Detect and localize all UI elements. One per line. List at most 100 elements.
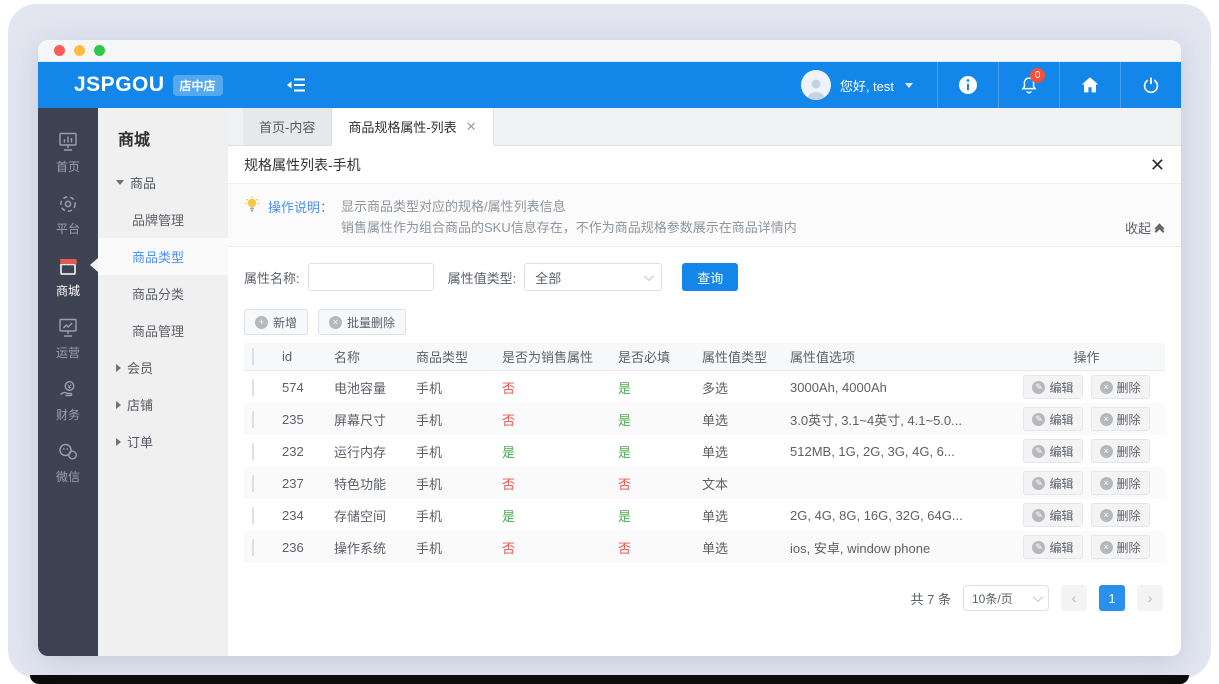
delete-icon: × xyxy=(1099,508,1113,522)
table-row: 232 运行内存 手机 是 是 单选 512MB, 1G, 2G, 3G, 4G… xyxy=(244,435,1165,467)
sidebar-item-home[interactable]: 首页 xyxy=(38,122,98,184)
edit-button[interactable]: ✎ 编辑 xyxy=(1023,407,1083,431)
sidebar-item-label: 首页 xyxy=(55,160,80,174)
cell-category: 手机 xyxy=(416,444,443,460)
cell-id: 234 xyxy=(282,507,304,523)
row-checkbox[interactable] xyxy=(252,442,254,460)
submenu-item-product-management[interactable]: 商品管理 xyxy=(98,312,228,349)
submenu-group-orders[interactable]: 订单 xyxy=(98,423,228,460)
row-checkbox[interactable] xyxy=(252,474,254,492)
row-checkbox[interactable] xyxy=(252,538,254,556)
column-header-actions: 操作 xyxy=(1073,350,1100,365)
batch-delete-button[interactable]: × 批量删除 xyxy=(318,309,407,335)
add-button[interactable]: + 新增 xyxy=(244,309,309,335)
delete-button[interactable]: × 删除 xyxy=(1090,375,1150,399)
secondary-sidebar: 商城 商品 品牌管理 商品类型 商品分类 商品管理 会员 店铺 订单 xyxy=(90,108,228,656)
logo-badge: 店中店 xyxy=(172,74,223,96)
cell-sale: 是 xyxy=(502,508,516,524)
user-menu[interactable]: 您好, test xyxy=(777,62,937,108)
sidebar-item-wechat[interactable]: 微信 xyxy=(38,432,98,494)
collapse-help-button[interactable]: 收起 xyxy=(1125,218,1165,237)
edit-button[interactable]: ✎ 编辑 xyxy=(1023,503,1083,527)
tab-home-content[interactable]: 首页-内容 xyxy=(243,108,333,145)
submenu-group-shops[interactable]: 店铺 xyxy=(98,386,228,423)
value-type-label: 属性值类型: xyxy=(447,270,517,286)
tab-label: 商品规格属性-列表 xyxy=(348,120,457,135)
app-header: JSPGOU 店中店 您好, test 0 xyxy=(38,62,1181,108)
value-type-select[interactable]: 全部 xyxy=(524,263,663,291)
edit-label: 编辑 xyxy=(1049,380,1074,395)
attribute-name-input[interactable] xyxy=(307,263,434,291)
close-window-button[interactable] xyxy=(54,45,65,56)
next-page-button[interactable]: › xyxy=(1137,585,1163,611)
menu-fold-icon[interactable] xyxy=(283,72,309,98)
delete-button[interactable]: × 删除 xyxy=(1090,535,1150,559)
submenu-group-product[interactable]: 商品 xyxy=(98,164,228,201)
main-body: 首页 平台 商城 运营 财务 微信 商城 商品 品牌管理 商品类型 商品分类 商… xyxy=(38,108,1181,656)
cell-category: 手机 xyxy=(416,412,443,428)
edit-button[interactable]: ✎ 编辑 xyxy=(1023,439,1083,463)
device-bottom-edge xyxy=(30,675,1189,684)
row-checkbox[interactable] xyxy=(252,378,254,396)
edit-button[interactable]: ✎ 编辑 xyxy=(1023,375,1083,399)
maximize-window-button[interactable] xyxy=(94,45,105,56)
prev-page-button[interactable]: ‹ xyxy=(1061,585,1087,611)
delete-button[interactable]: × 删除 xyxy=(1090,503,1150,527)
attribute-name-label: 属性名称: xyxy=(244,270,300,286)
submenu-group-members[interactable]: 会员 xyxy=(98,349,228,386)
row-checkbox[interactable] xyxy=(252,506,254,524)
info-button[interactable] xyxy=(937,62,998,108)
cell-name: 电池容量 xyxy=(334,380,387,396)
wechat-icon xyxy=(59,443,77,460)
search-button[interactable]: 查询 xyxy=(682,263,739,291)
caret-right-icon xyxy=(116,437,121,446)
table-header-row: id 名称 商品类型 是否为销售属性 是否必填 属性值类型 属性值选项 操作 xyxy=(244,343,1165,371)
table-row: 235 屏幕尺寸 手机 否 是 单选 3.0英寸, 3.1~4英寸, 4.1~5… xyxy=(244,403,1165,435)
delete-button[interactable]: × 删除 xyxy=(1090,439,1150,463)
cell-id: 235 xyxy=(282,411,304,427)
submenu-item-product-type[interactable]: 商品类型 xyxy=(98,238,228,275)
delete-label: 删除 xyxy=(1116,412,1141,427)
sidebar-item-finance[interactable]: 财务 xyxy=(38,370,98,432)
page-size-select[interactable]: 10条/页 xyxy=(963,585,1049,611)
gear-icon xyxy=(60,196,76,212)
minimize-window-button[interactable] xyxy=(74,45,85,56)
sidebar-item-platform[interactable]: 平台 xyxy=(38,184,98,246)
logout-button[interactable] xyxy=(1120,62,1181,108)
x-circle-icon: × xyxy=(329,315,343,329)
select-all-checkbox[interactable] xyxy=(252,348,254,365)
sidebar-item-operations[interactable]: 运营 xyxy=(38,308,98,370)
column-header-category: 商品类型 xyxy=(416,350,469,365)
notification-badge: 0 xyxy=(1030,68,1045,83)
edit-button[interactable]: ✎ 编辑 xyxy=(1023,471,1083,495)
table-row: 236 操作系统 手机 否 否 单选 ios, 安卓, window phone… xyxy=(244,531,1165,563)
notifications-button[interactable]: 0 xyxy=(998,62,1059,108)
delete-button[interactable]: × 删除 xyxy=(1090,471,1150,495)
edit-label: 编辑 xyxy=(1049,444,1074,459)
tab-close-icon[interactable]: ✕ xyxy=(466,119,477,135)
cell-value-type: 单选 xyxy=(702,540,729,556)
submenu-item-product-category[interactable]: 商品分类 xyxy=(98,275,228,312)
edit-icon: ✎ xyxy=(1032,412,1046,426)
tab-label: 首页-内容 xyxy=(259,120,316,135)
sidebar-item-mall[interactable]: 商城 xyxy=(38,246,98,308)
home-button[interactable] xyxy=(1059,62,1120,108)
tab-spec-attribute-list[interactable]: 商品规格属性-列表 ✕ xyxy=(332,108,494,146)
page-1-button[interactable]: 1 xyxy=(1099,585,1125,611)
delete-icon: × xyxy=(1099,476,1113,490)
edit-button[interactable]: ✎ 编辑 xyxy=(1023,535,1083,559)
submenu-item-brand-management[interactable]: 品牌管理 xyxy=(98,201,228,238)
panel-close-icon[interactable]: ✕ xyxy=(1150,156,1165,174)
sidebar-item-label: 平台 xyxy=(55,222,80,236)
cell-options: 2G, 4G, 8G, 16G, 32G, 64G... xyxy=(790,507,963,523)
header-actions: 您好, test 0 xyxy=(777,62,1181,108)
delete-button[interactable]: × 删除 xyxy=(1090,407,1150,431)
column-header-options: 属性值选项 xyxy=(790,350,856,365)
double-chevron-up-icon xyxy=(1154,223,1165,236)
column-header-sale: 是否为销售属性 xyxy=(502,350,594,365)
panel-header: 规格属性列表-手机 ✕ xyxy=(228,146,1181,184)
submenu-group-label: 订单 xyxy=(127,435,154,450)
row-checkbox[interactable] xyxy=(252,410,254,428)
edit-label: 编辑 xyxy=(1049,476,1074,491)
cell-sale: 是 xyxy=(502,444,516,460)
